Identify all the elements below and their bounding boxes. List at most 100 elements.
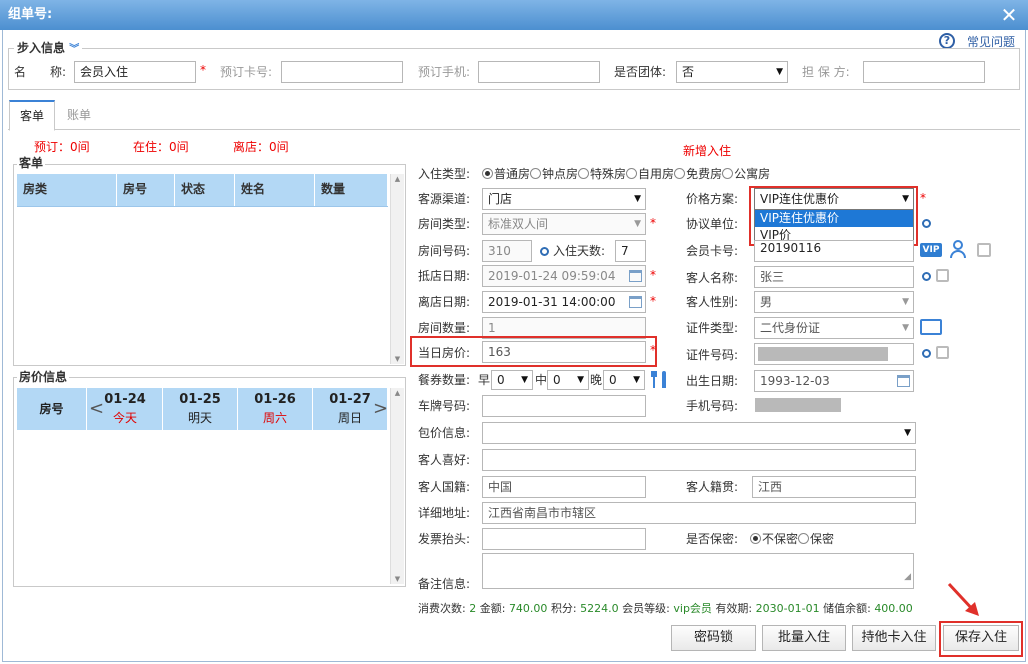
required-mark: * (650, 343, 656, 357)
radio-apartment[interactable]: 公寓房 (722, 167, 770, 181)
card-input[interactable] (281, 61, 403, 83)
help-icon[interactable]: ? (939, 33, 955, 49)
price-plan-option-selected[interactable]: VIP连住优惠价 (755, 210, 913, 227)
mobile-input[interactable] (754, 395, 914, 417)
close-icon[interactable]: ✕ (998, 4, 1020, 26)
calendar-icon[interactable] (629, 270, 642, 282)
hobby-label: 客人喜好: (418, 453, 471, 467)
price-plan-select[interactable]: VIP连住优惠价 ▼ (754, 188, 914, 210)
remark-textarea[interactable]: ◢ (482, 553, 914, 589)
collapse-chevron-icon[interactable]: ︾ (69, 44, 79, 55)
required-mark: * (650, 294, 656, 308)
days-input[interactable]: 7 (615, 240, 646, 262)
dinner-label: 晚 (590, 373, 603, 387)
col-qty: 数量 (315, 174, 388, 206)
id-reader-icon[interactable] (977, 243, 991, 257)
hobby-input[interactable] (482, 449, 916, 471)
radio-secret[interactable]: 保密 (798, 532, 834, 546)
radio-self-use[interactable]: 自用房 (626, 167, 674, 181)
tab-order[interactable]: 客单 (9, 100, 55, 131)
room-search-icon[interactable] (540, 247, 549, 256)
radio-normal[interactable]: 普通房 (482, 167, 530, 181)
agreement-search-icon[interactable] (922, 219, 931, 228)
native-input[interactable]: 江西 (752, 476, 916, 498)
package-select[interactable]: ▼ (482, 422, 916, 444)
price-room-col: 房号 (17, 388, 87, 430)
name-input[interactable]: 会员入住 (74, 61, 196, 83)
address-input[interactable]: 江西省南昌市市辖区 (482, 502, 916, 524)
member-user-icon[interactable] (950, 240, 968, 258)
nationality-input[interactable]: 中国 (482, 476, 646, 498)
phone-input[interactable] (478, 61, 600, 83)
id-type-select[interactable]: 二代身份证 ▼ (754, 317, 914, 339)
room-type-select[interactable]: 标准双人间 ▼ (482, 213, 646, 235)
id-type-label: 证件类型: (686, 321, 739, 335)
calendar-icon[interactable] (629, 296, 642, 308)
plate-input[interactable] (482, 395, 646, 417)
step-legend: 步入信息 ︾ (14, 38, 83, 60)
password-lock-button[interactable]: 密码锁 (671, 625, 756, 651)
order-scrollbar[interactable]: ▲ ▼ (390, 174, 404, 364)
radio-hourly[interactable]: 钟点房 (530, 167, 578, 181)
order-legend: 客单 (17, 153, 46, 173)
guarantor-label: 担 保 方: (802, 65, 850, 79)
dropdown-arrow-icon: ▼ (634, 194, 641, 204)
consume-count: 2 (469, 602, 477, 615)
group-select[interactable]: 否 ▼ (676, 61, 788, 83)
phone-label: 预订手机: (418, 65, 471, 79)
radio-special[interactable]: 特殊房 (578, 167, 626, 181)
member-card-input[interactable]: 20190116 (754, 240, 914, 262)
save-checkin-button[interactable]: 保存入住 (943, 625, 1019, 651)
checkin-type-options: 普通房 钟点房 特殊房 自用房 免费房 公寓房 (482, 164, 770, 184)
cutlery-icon[interactable] (651, 371, 669, 389)
lunch-label: 中 (535, 373, 548, 387)
guest-id-reader-icon[interactable] (936, 269, 949, 282)
address-label: 详细地址: (418, 506, 471, 520)
tab-bill[interactable]: 账单 (56, 101, 102, 130)
departed-count: 离店：0间 (233, 140, 289, 154)
dropdown-arrow-icon: ▼ (633, 375, 640, 385)
batch-checkin-button[interactable]: 批量入住 (762, 625, 846, 651)
resize-handle-icon[interactable]: ◢ (904, 567, 911, 587)
price-day-date: 01-26 (254, 392, 296, 407)
gender-select[interactable]: 男 ▼ (754, 291, 914, 313)
new-checkin-title: 新增入住 (683, 144, 732, 158)
dropdown-arrow-icon: ▼ (577, 375, 584, 385)
price-day-label: 周日 (337, 411, 362, 425)
other-card-checkin-button[interactable]: 持他卡入住 (852, 625, 936, 651)
id-no-input[interactable] (754, 343, 914, 365)
price-scrollbar[interactable]: ▲ ▼ (390, 388, 404, 584)
price-day-label: 周六 (262, 411, 287, 425)
leave-input[interactable]: 2019-01-31 14:00:00 (482, 291, 646, 313)
arrive-input[interactable]: 2019-01-24 09:59:04 (482, 265, 646, 287)
price-day-column: 01-27 周日 (313, 388, 388, 430)
dinner-select[interactable]: 0 ▼ (603, 370, 645, 390)
header-divider (17, 206, 388, 207)
meal-label: 餐券数量: (418, 373, 471, 387)
source-select[interactable]: 门店 ▼ (482, 188, 646, 210)
guarantor-input[interactable] (863, 61, 985, 83)
gender-label: 客人性别: (686, 295, 739, 309)
radio-free[interactable]: 免费房 (674, 167, 722, 181)
dropdown-arrow-icon: ▼ (904, 428, 911, 438)
birth-input[interactable]: 1993-12-03 (754, 370, 914, 392)
lunch-select[interactable]: 0 ▼ (547, 370, 589, 390)
price-day-column: 01-25 明天 (163, 388, 238, 430)
id-no-reader-icon[interactable] (936, 346, 949, 359)
calendar-icon[interactable] (897, 375, 910, 387)
invoice-input[interactable] (482, 528, 646, 550)
breakfast-select[interactable]: 0 ▼ (491, 370, 533, 390)
room-no-label: 房间号码: (418, 244, 471, 258)
id-no-search-icon[interactable] (922, 349, 931, 358)
id-scan-icon[interactable] (920, 319, 942, 335)
day-price-input[interactable]: 163 (482, 341, 646, 363)
guest-name-input[interactable]: 张三 (754, 266, 914, 288)
radio-not-secret[interactable]: 不保密 (750, 532, 798, 546)
price-day-label: 明天 (187, 411, 212, 425)
room-no-input[interactable]: 310 (482, 240, 532, 262)
redacted-block (758, 347, 888, 361)
vip-icon[interactable]: VIP (920, 243, 942, 257)
consume-amount: 740.00 (508, 602, 548, 615)
dropdown-arrow-icon: ▼ (521, 375, 528, 385)
guest-search-icon[interactable] (922, 272, 931, 281)
